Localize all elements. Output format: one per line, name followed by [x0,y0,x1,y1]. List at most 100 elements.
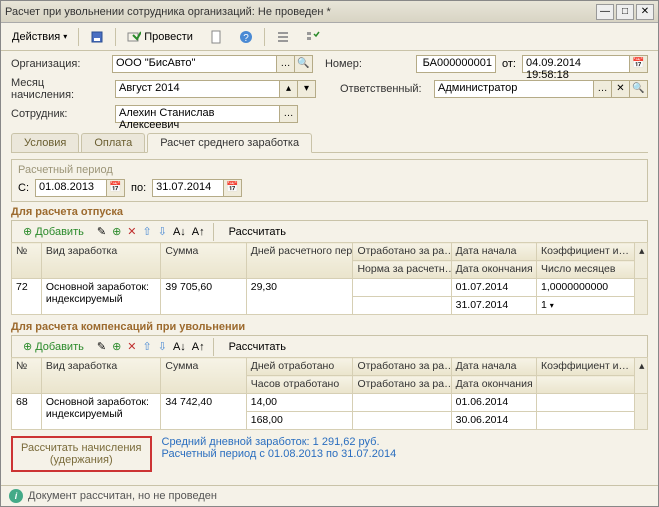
calc-button[interactable]: Рассчитать [222,223,293,241]
tab-avg-salary[interactable]: Расчет среднего заработка [147,133,312,153]
add-button[interactable]: ⊕ Добавить [16,222,91,241]
delete-icon[interactable]: ✕ [127,225,136,238]
col-coef[interactable]: Коэффициент и… [536,243,634,261]
scroll-up-icon[interactable]: ▴ [635,243,648,279]
tab-conditions[interactable]: Условия [11,133,79,152]
arrow-up-icon[interactable]: ⇧ [143,225,152,238]
emp-select-icon[interactable]: … [280,105,298,123]
sort-desc-icon[interactable]: A↑ [192,226,205,238]
calc-button[interactable]: Рассчитать [222,338,293,356]
scroll-down-icon[interactable] [635,394,648,430]
resp-label: Ответственный: [340,83,428,95]
save-button[interactable] [83,27,111,47]
col-sum[interactable]: Сумма [161,358,246,394]
org-select-icon[interactable]: … [277,55,295,73]
period-to-field[interactable]: 31.07.2014 [152,179,224,197]
svg-text:?: ? [243,33,249,44]
window-title: Расчет при увольнении сотрудника организ… [5,6,594,18]
recalc-button[interactable]: Рассчитать начисления (удержания) [11,436,152,472]
help-icon[interactable]: ? [232,27,260,47]
period-from-field[interactable]: 01.08.2013 [35,179,107,197]
titlebar: Расчет при увольнении сотрудника организ… [1,1,658,23]
post-button[interactable]: Провести [120,27,200,47]
summary-text: Средний дневной заработок: 1 291,62 руб.… [162,436,397,460]
arrow-up-icon[interactable]: ⇧ [143,340,152,353]
month-label: Месяц начисления: [11,77,109,101]
sort-asc-icon[interactable]: A↓ [173,341,186,353]
org-search-icon[interactable]: 🔍 [295,55,313,73]
resp-field[interactable]: Администратор [434,80,594,98]
period-from-label: С: [18,182,29,194]
scroll-down-icon[interactable] [635,279,648,315]
col-norm[interactable]: Норма за расчетн… [353,261,451,279]
tab-strip: Условия Оплата Расчет среднего заработка [11,133,648,153]
col-dstart[interactable]: Дата начала [451,243,536,261]
calendar-icon[interactable]: 📅 [224,179,242,197]
number-field[interactable]: БА000000001 [416,55,496,73]
month-up-icon[interactable]: ▴ [280,80,298,98]
col-days[interactable]: Дней отработано [246,358,353,376]
edit-icon[interactable]: ✎ [97,225,106,238]
table-vacation: № Вид заработка Сумма Дней расчетного пе… [11,242,648,315]
col-dend[interactable]: Дата окончания [451,376,536,394]
month-field[interactable]: Август 2014 [115,80,280,98]
sort-asc-icon[interactable]: A↓ [173,226,186,238]
tasks-icon[interactable] [299,27,327,47]
arrow-down-icon[interactable]: ⇩ [158,225,167,238]
table-compensation: № Вид заработка Сумма Дней отработано От… [11,357,648,430]
col-type[interactable]: Вид заработка [41,358,161,394]
list-icon[interactable] [269,27,297,47]
sort-desc-icon[interactable]: A↑ [192,341,205,353]
calendar-icon[interactable]: 📅 [107,179,125,197]
date-field[interactable]: 04.09.2014 19:58:18 [522,55,630,73]
actions-menu[interactable]: Действия▾ [5,28,74,46]
col-worked[interactable]: Отработано за ра… [353,358,451,376]
section1-title: Для расчета отпуска [11,206,648,218]
emp-field[interactable]: Алехин Станислав Алексеевич [115,105,280,123]
col-days[interactable]: Дней расчетного периода [246,243,353,279]
col-type[interactable]: Вид заработка [41,243,161,279]
minimize-button[interactable]: — [596,4,614,20]
table-row[interactable]: 72 Основной заработок: индексируемый 39 … [12,279,648,297]
arrow-down-icon[interactable]: ⇩ [158,340,167,353]
col-months[interactable]: Число месяцев [536,261,634,279]
section2-title: Для расчета компенсаций при увольнении [11,321,648,333]
section1-toolbar: ⊕ Добавить ✎ ⊕ ✕ ⇧ ⇩ A↓ A↑ Рассчитать [11,220,648,242]
add-button[interactable]: ⊕ Добавить [16,337,91,356]
scroll-up-icon[interactable]: ▴ [635,358,648,394]
resp-search-icon[interactable]: 🔍 [630,80,648,98]
resp-clear-icon[interactable]: ✕ [612,80,630,98]
period-to-label: по: [131,182,146,194]
table-row[interactable]: 68 Основной заработок: индексируемый 34 … [12,394,648,412]
delete-icon[interactable]: ✕ [127,340,136,353]
col-n[interactable]: № [12,243,42,279]
close-button[interactable]: ✕ [636,4,654,20]
resp-select-icon[interactable]: … [594,80,612,98]
col-dstart[interactable]: Дата начала [451,358,536,376]
col-sum[interactable]: Сумма [161,243,246,279]
tab-content: Расчетный период С: 01.08.2013📅 по: 31.0… [1,153,658,485]
org-field[interactable]: ООО "БисАвто" [112,55,277,73]
col-coef[interactable]: Коэффициент и… [536,358,634,376]
maximize-button[interactable]: □ [616,4,634,20]
copy-icon[interactable]: ⊕ [112,340,121,353]
month-down-icon[interactable]: ▾ [298,80,316,98]
col-hours[interactable]: Часов отработано [246,376,353,394]
document-icon[interactable] [202,27,230,47]
section2-toolbar: ⊕ Добавить ✎ ⊕ ✕ ⇧ ⇩ A↓ A↑ Рассчитать [11,335,648,357]
number-label: Номер: [325,58,410,70]
col-worked2[interactable]: Отработано за ра… [353,376,451,394]
calendar-icon[interactable]: 📅 [630,55,648,73]
period-panel: Расчетный период С: 01.08.2013📅 по: 31.0… [11,159,648,202]
col-worked[interactable]: Отработано за ра… [353,243,451,261]
edit-icon[interactable]: ✎ [97,340,106,353]
header-form: Организация: ООО "БисАвто"…🔍 Номер: БА00… [1,51,658,127]
copy-icon[interactable]: ⊕ [112,225,121,238]
main-toolbar: Действия▾ Провести ? [1,23,658,51]
org-label: Организация: [11,58,106,70]
tab-payment[interactable]: Оплата [81,133,145,152]
status-text: Документ рассчитан, но не проведен [28,490,217,502]
col-n[interactable]: № [12,358,42,394]
col-dend[interactable]: Дата окончания [451,261,536,279]
summary-row: Рассчитать начисления (удержания) Средни… [11,436,648,472]
